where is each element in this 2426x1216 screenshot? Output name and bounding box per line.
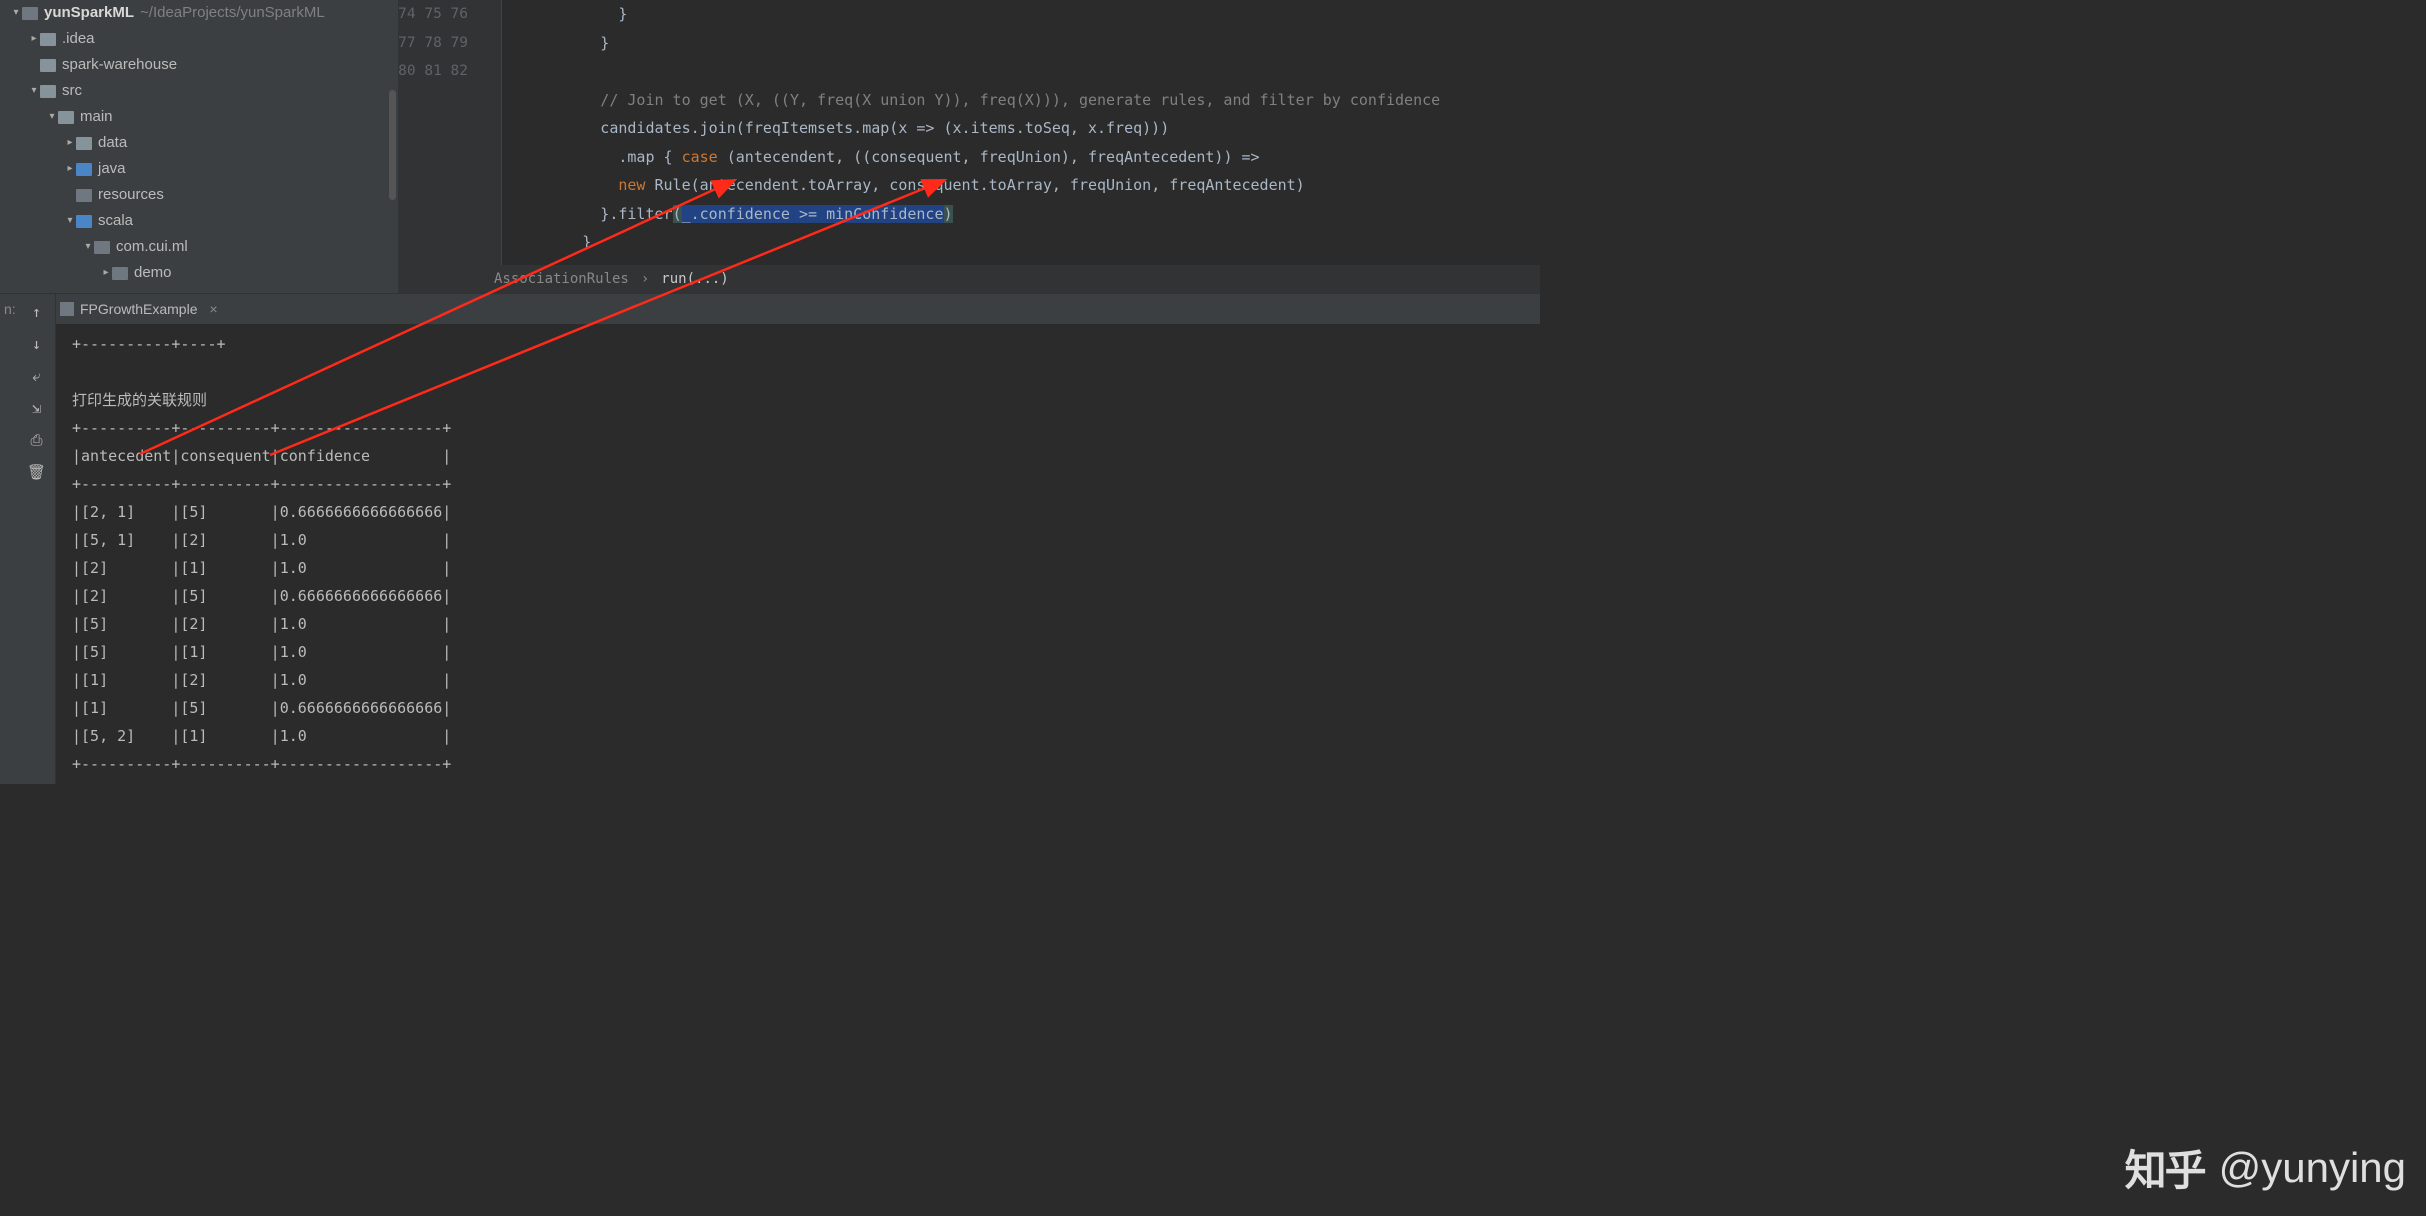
folder-icon	[40, 85, 56, 98]
folder-icon	[76, 189, 92, 202]
tree-item-demo[interactable]: ▸demo	[0, 260, 398, 286]
tree-item-com-cui-ml[interactable]: ▾com.cui.ml	[0, 234, 398, 260]
trash-icon[interactable]: 🗑	[27, 462, 47, 482]
sidebar-scrollbar[interactable]	[389, 90, 396, 200]
wrap-icon[interactable]: ⤶	[27, 366, 47, 386]
run-config-icon	[60, 302, 74, 316]
folder-icon	[94, 241, 110, 254]
breadcrumb-method[interactable]: run(...)	[661, 271, 728, 287]
arrow-up-icon[interactable]: ↑	[27, 302, 47, 322]
zhihu-logo-icon: 知乎	[2125, 1137, 2205, 1198]
folder-icon	[58, 111, 74, 124]
tree-item-scala[interactable]: ▾scala	[0, 208, 398, 234]
fold-column[interactable]	[488, 0, 502, 265]
gutter: 74 75 76 77 78 79 80 81 82	[398, 0, 488, 265]
run-label: n:	[4, 301, 16, 317]
watermark: 知乎 @yunying	[2125, 1137, 2406, 1198]
folder-icon	[76, 137, 92, 150]
run-left-strip	[0, 294, 18, 784]
watermark-text: @yunying	[2219, 1144, 2406, 1192]
scroll-to-end-icon[interactable]: ⇲	[27, 398, 47, 418]
tree-item-spark-warehouse[interactable]: spark-warehouse	[0, 52, 398, 78]
tree-label: .idea	[62, 26, 95, 52]
console-output[interactable]: +----------+----+ 打印生成的关联规则 +----------+…	[56, 324, 1540, 784]
tree-label: resources	[98, 182, 164, 208]
folder-icon	[40, 33, 56, 46]
print-icon[interactable]: ⎙	[27, 430, 47, 450]
tree-item-src[interactable]: ▾src	[0, 78, 398, 104]
folder-icon	[76, 163, 92, 176]
run-tabs: n: FPGrowthExample ×	[56, 294, 1540, 324]
tree-label: demo	[134, 260, 172, 286]
breadcrumb[interactable]: AssociationRules › run(...)	[398, 265, 1540, 293]
folder-icon	[40, 59, 56, 72]
tree-label: main	[80, 104, 113, 130]
tree-item-main[interactable]: ▾main	[0, 104, 398, 130]
run-toolbar: ↑ ↓ ⤶ ⇲ ⎙ 🗑	[18, 294, 56, 784]
folder-icon	[76, 215, 92, 228]
run-tab[interactable]: FPGrowthExample	[80, 301, 197, 317]
tree-item-data[interactable]: ▸data	[0, 130, 398, 156]
project-root[interactable]: ▾ yunSparkML ~/IdeaProjects/yunSparkML	[0, 0, 398, 26]
folder-icon	[112, 267, 128, 280]
tree-label: data	[98, 130, 127, 156]
tree-label: scala	[98, 208, 133, 234]
tree-item--idea[interactable]: ▸.idea	[0, 26, 398, 52]
project-sidebar[interactable]: ▾ yunSparkML ~/IdeaProjects/yunSparkML ▸…	[0, 0, 398, 293]
tree-item-java[interactable]: ▸java	[0, 156, 398, 182]
arrow-down-icon[interactable]: ↓	[27, 334, 47, 354]
code-content[interactable]: } } // Join to get (X, ((Y, freq(X union…	[502, 0, 1540, 265]
breadcrumb-sep: ›	[641, 271, 649, 287]
tree-label: com.cui.ml	[116, 234, 188, 260]
close-icon[interactable]: ×	[209, 301, 217, 317]
editor[interactable]: 74 75 76 77 78 79 80 81 82 } } // Join t…	[398, 0, 1540, 293]
tree-item-resources[interactable]: resources	[0, 182, 398, 208]
tree-label: src	[62, 78, 82, 104]
breadcrumb-class[interactable]: AssociationRules	[494, 271, 629, 287]
tree-label: java	[98, 156, 126, 182]
tree-label: spark-warehouse	[62, 52, 177, 78]
